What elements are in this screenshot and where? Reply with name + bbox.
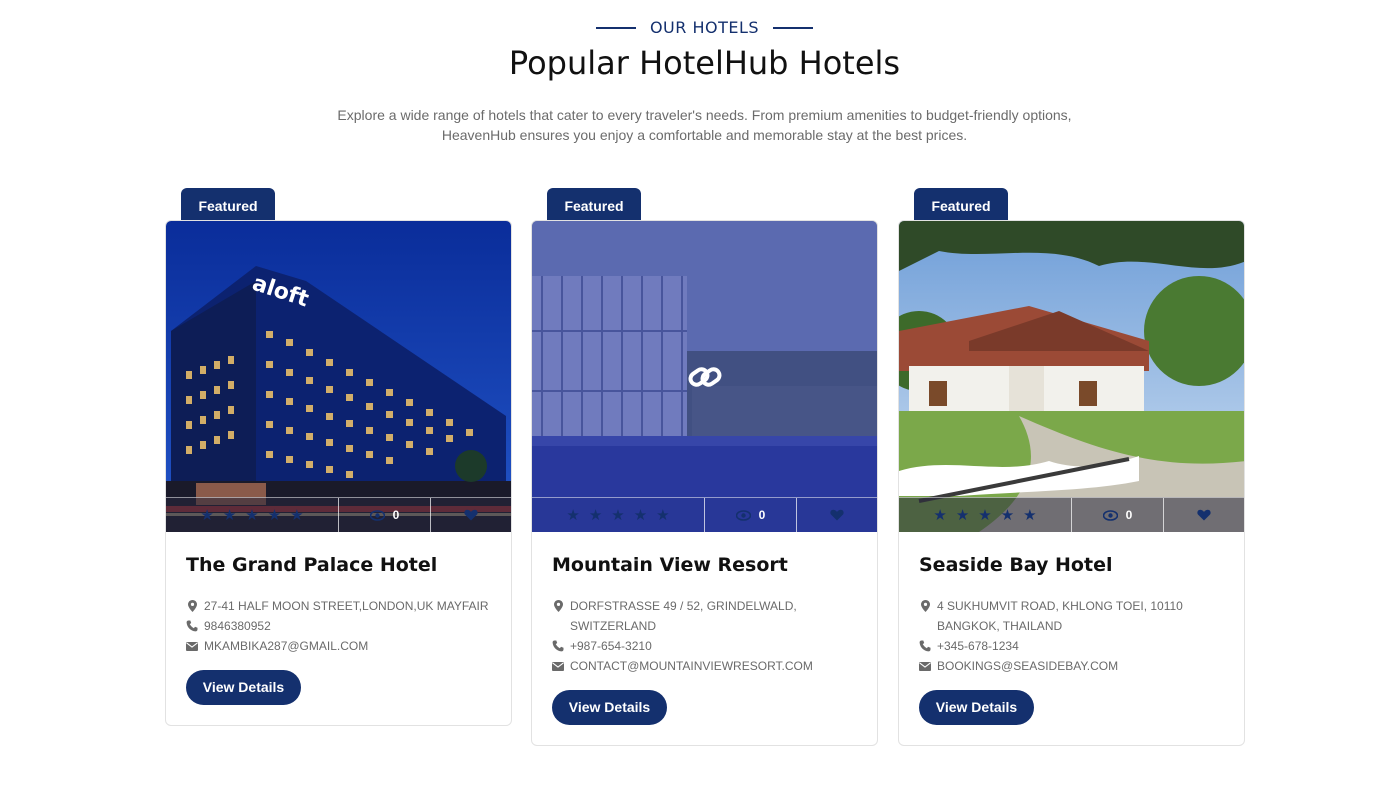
eyebrow-rule-right (773, 26, 814, 29)
address-row: 27-41 HALF MOON STREET,LONDON,UK MAYFAIR (186, 596, 491, 616)
view-count: 0 (1072, 498, 1164, 532)
hotel-contact-info: DORFSTRASSE 49 / 52, GRINDELWALD, SWITZE… (552, 596, 857, 676)
hotel-name: The Grand Palace Hotel (186, 554, 438, 576)
phone-icon (186, 616, 198, 636)
card-stats-bar: ★ ★ ★ ★ ★ 0 (532, 497, 877, 532)
email-row: MKAMBIKA287@GMAIL.COM (186, 636, 491, 656)
heart-icon (464, 509, 478, 521)
hotel-card-body: ★ ★ ★ ★ ★ 0 Mountain View Resort DORFSTR… (531, 220, 878, 746)
hotel-card-body: aloft ★ ★ ★ ★ ★ 0 The Grand Palace Hotel… (165, 220, 512, 726)
view-details-button[interactable]: View Details (919, 690, 1034, 725)
hotel-address: 27-41 HALF MOON STREET,LONDON,UK MAYFAIR (204, 599, 489, 613)
hotel-address: DORFSTRASSE 49 / 52, GRINDELWALD, SWITZE… (570, 599, 797, 633)
image-overlay[interactable] (532, 221, 877, 532)
eye-icon (369, 509, 385, 521)
card-stats-bar: ★ ★ ★ ★ ★ 0 (899, 497, 1244, 532)
eye-icon (1102, 509, 1118, 521)
star-icon: ★ (200, 506, 214, 524)
hotel-email[interactable]: BOOKINGS@SEASIDEBAY.COM (937, 656, 1118, 676)
star-icon: ★ (222, 506, 237, 524)
envelope-icon (919, 656, 931, 676)
hotel-image[interactable]: ★ ★ ★ ★ ★ 0 (899, 221, 1244, 532)
address-row: 4 SUKHUMVIT ROAD, KHLONG TOEI, 10110 BAN… (919, 596, 1224, 636)
phone-row: +987-654-3210 (552, 636, 857, 656)
map-pin-icon (919, 596, 931, 616)
heart-icon (1197, 509, 1211, 521)
hotel-card-body: ★ ★ ★ ★ ★ 0 Seaside Bay Hotel 4 SUKHUMVI… (898, 220, 1245, 746)
view-count-value: 0 (392, 508, 400, 522)
view-details-button[interactable]: View Details (552, 690, 667, 725)
map-pin-icon (552, 596, 564, 616)
hotel-contact-info: 27-41 HALF MOON STREET,LONDON,UK MAYFAIR… (186, 596, 491, 656)
rating-stars: ★ ★ ★ ★ ★ (166, 498, 339, 532)
rating-stars: ★ ★ ★ ★ ★ (532, 498, 705, 532)
card-stats-bar: ★ ★ ★ ★ ★ 0 (166, 497, 511, 532)
view-count-value: 0 (1125, 508, 1133, 522)
hotel-image[interactable]: ★ ★ ★ ★ ★ 0 (532, 221, 877, 532)
star-icon: ★ (245, 506, 259, 524)
section-eyebrow: OUR HOTELS (0, 18, 1373, 37)
hotel-email[interactable]: MKAMBIKA287@GMAIL.COM (204, 636, 368, 656)
favorite-button[interactable] (797, 498, 877, 532)
address-row: DORFSTRASSE 49 / 52, GRINDELWALD, SWITZE… (552, 596, 857, 636)
star-icon: ★ (267, 506, 282, 524)
featured-badge: Featured (547, 188, 641, 222)
hotel-photo-aloft: aloft (166, 221, 511, 532)
featured-badge: Featured (181, 188, 275, 222)
phone-row: +345-678-1234 (919, 636, 1224, 656)
star-icon: ★ (566, 506, 580, 524)
email-row: BOOKINGS@SEASIDEBAY.COM (919, 656, 1224, 676)
hotel-phone[interactable]: +987-654-3210 (570, 636, 652, 656)
envelope-icon (552, 656, 564, 676)
heart-icon (830, 509, 844, 521)
rating-stars: ★ ★ ★ ★ ★ (899, 498, 1072, 532)
email-row: CONTACT@MOUNTAINVIEWRESORT.COM (552, 656, 857, 676)
view-count: 0 (339, 498, 431, 532)
star-icon: ★ (1000, 506, 1015, 524)
hotel-address: 4 SUKHUMVIT ROAD, KHLONG TOEI, 10110 BAN… (937, 599, 1183, 633)
view-count: 0 (705, 498, 797, 532)
star-icon: ★ (978, 506, 992, 524)
hotel-name: Mountain View Resort (552, 554, 788, 576)
star-icon: ★ (290, 506, 304, 524)
featured-badge: Featured (914, 188, 1008, 222)
hotel-photo-seaside (899, 221, 1244, 532)
favorite-button[interactable] (431, 498, 511, 532)
hotel-email[interactable]: CONTACT@MOUNTAINVIEWRESORT.COM (570, 656, 813, 676)
hotel-phone[interactable]: 9846380952 (204, 616, 271, 636)
section-subtitle: Explore a wide range of hotels that cate… (0, 105, 1373, 145)
hotel-name: Seaside Bay Hotel (919, 554, 1113, 576)
eye-icon (735, 509, 751, 521)
favorite-button[interactable] (1164, 498, 1244, 532)
star-icon: ★ (656, 506, 670, 524)
phone-icon (919, 636, 931, 656)
view-count-value: 0 (758, 508, 766, 522)
hotel-contact-info: 4 SUKHUMVIT ROAD, KHLONG TOEI, 10110 BAN… (919, 596, 1224, 676)
subtitle-line-2: HeavenHub ensures you enjoy a comfortabl… (441, 127, 968, 143)
subtitle-line-1: Explore a wide range of hotels that cate… (337, 107, 1072, 123)
view-details-button[interactable]: View Details (186, 670, 301, 705)
link-icon[interactable] (688, 364, 722, 390)
eyebrow-text: OUR HOTELS (649, 18, 760, 37)
star-icon: ★ (611, 506, 625, 524)
phone-icon (552, 636, 564, 656)
star-icon: ★ (633, 506, 648, 524)
section-title: Popular HotelHub Hotels (508, 44, 901, 82)
hotel-phone[interactable]: +345-678-1234 (937, 636, 1019, 656)
phone-row: 9846380952 (186, 616, 491, 636)
map-pin-icon (186, 596, 198, 616)
envelope-icon (186, 636, 198, 656)
eyebrow-rule-left (595, 26, 636, 29)
star-icon: ★ (588, 506, 603, 524)
hotel-image[interactable]: aloft ★ ★ ★ ★ ★ 0 (166, 221, 511, 532)
star-icon: ★ (955, 506, 970, 524)
star-icon: ★ (1023, 506, 1037, 524)
star-icon: ★ (933, 506, 947, 524)
